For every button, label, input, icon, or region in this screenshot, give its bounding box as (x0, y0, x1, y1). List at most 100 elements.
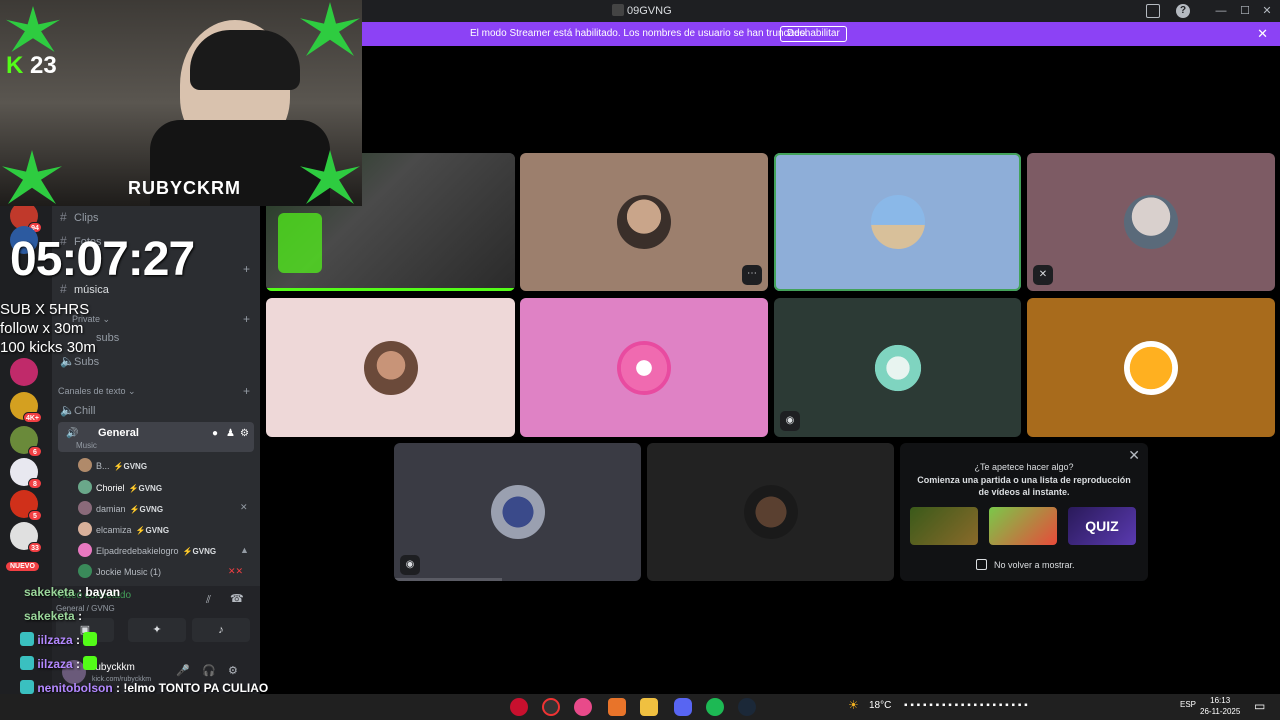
voice-channel-chill[interactable]: 🔈Chill (60, 403, 95, 423)
server-tag: ⚡GVNG (129, 505, 164, 514)
discord-icon[interactable] (674, 698, 692, 716)
voice-user-name: damian (96, 504, 126, 514)
avatar (78, 543, 92, 557)
file-explorer-icon[interactable] (640, 698, 658, 716)
user-tile-6[interactable] (520, 298, 768, 437)
avatar (870, 340, 925, 395)
chat-user: iilzaza (37, 633, 73, 647)
chat-message: : (76, 633, 81, 647)
server-tag-text: GVNG (138, 484, 163, 493)
minimize-icon[interactable]: — (1214, 4, 1228, 18)
voice-user[interactable]: Choriel ⚡GVNG (78, 480, 162, 498)
webcam-overlay: K 23 RUBYCKRM (0, 0, 362, 206)
system-clock[interactable]: 16:13 26-11-2025 (1200, 695, 1240, 717)
avatar (1124, 340, 1178, 395)
user-tile-4[interactable]: ✕ (1027, 153, 1275, 291)
voice-user-name: elcamiza (96, 525, 132, 535)
server-icon[interactable]: 5 (10, 490, 42, 521)
voice-user[interactable]: damian ⚡GVNG (78, 501, 163, 519)
language-indicator[interactable]: ESP (1180, 700, 1196, 709)
close-banner-icon[interactable]: ✕ (1257, 26, 1268, 42)
tray-icons[interactable]: ▪ ▪ ▪ ▪ ▪ ▪ ▪ ▪ ▪ ▪ ▪ ▪ ▪ ▪ ▪ ▪ ▪ ▪ ▪ ▪ (904, 700, 1028, 711)
user-tile-7[interactable]: ◉ (774, 298, 1021, 437)
avatar (1124, 195, 1178, 249)
server-tag: ⚡GVNG (135, 526, 170, 535)
stream-icon: ▲ (240, 545, 249, 555)
mention-badge: 33 (28, 542, 42, 553)
soundboard-button[interactable]: ♪ (192, 618, 250, 642)
game-magic-garden[interactable] (989, 507, 1057, 545)
app-icon[interactable] (542, 698, 560, 716)
opera-icon[interactable] (510, 698, 528, 716)
chat-icon[interactable]: ● (212, 428, 218, 439)
dont-show-checkbox[interactable] (976, 559, 987, 570)
game-quiz-planet[interactable]: QUIZ (1068, 507, 1136, 545)
channel-label: Clips (74, 212, 99, 224)
steam-icon[interactable] (738, 698, 756, 716)
streamer-cap (190, 30, 300, 90)
help-icon[interactable]: ? (1176, 4, 1190, 18)
noise-suppression-icon[interactable]: ⫽ (206, 594, 211, 607)
chat-line: sakeketa : (24, 604, 82, 628)
maximize-icon[interactable]: ☐ (1238, 4, 1252, 18)
close-window-icon[interactable]: ✕ (1260, 4, 1274, 18)
avatar (78, 564, 92, 578)
badge-icon (20, 680, 34, 694)
user-tile-2[interactable]: ⋯ (520, 153, 768, 291)
chat-user: nenitobolson (37, 681, 113, 695)
game-adventure[interactable] (910, 507, 978, 545)
muted-icon: ✕ (240, 502, 248, 512)
user-tile-10[interactable] (647, 443, 894, 581)
user-tile-3-speaking[interactable] (774, 153, 1021, 291)
channel-subs[interactable]: subs (96, 332, 119, 352)
banner-message: El modo Streamer está habilitado. Los no… (470, 28, 808, 39)
category-text-channels[interactable]: Canales de texto ⌄ (58, 386, 136, 397)
app-icon[interactable] (574, 698, 592, 716)
server-tag-text: GVNG (145, 526, 170, 535)
add-channel-icon[interactable]: + (243, 384, 250, 398)
channel-clips[interactable]: # Clips (60, 210, 98, 230)
add-channel-icon[interactable]: + (243, 262, 250, 276)
add-channel-icon[interactable]: + (243, 312, 250, 326)
server-icon[interactable]: 4K+ (10, 392, 42, 423)
user-tile-8[interactable] (1027, 298, 1275, 437)
invite-icon[interactable]: ♟ (226, 428, 235, 439)
weather-temp[interactable]: 18°C (869, 700, 891, 711)
spotify-icon[interactable] (706, 698, 724, 716)
server-icon[interactable] (10, 358, 38, 386)
more-options-icon[interactable]: ⋯ (742, 265, 762, 285)
server-tag: ⚡GVNG (113, 462, 148, 471)
voice-user[interactable]: Elpadredebakielogro ⚡GVNG (78, 543, 216, 561)
chat-line: iilzaza : (20, 652, 98, 676)
server-logo-icon (612, 4, 624, 16)
speaker-icon: 🔈 (60, 403, 75, 417)
server-icon[interactable]: 6 (10, 426, 42, 457)
disconnect-icon[interactable]: ☎ (230, 592, 244, 605)
voice-channel-general[interactable]: 🔊 General Music ● ♟ ⚙ (58, 422, 254, 452)
voice-user-name: Elpadredebakielogro (96, 546, 179, 556)
tile-scrollbar[interactable] (394, 578, 502, 581)
activities-button[interactable]: ✦ (128, 618, 186, 642)
rule-line: SUB X 5HRS (0, 301, 90, 318)
chat-message: : bayan (78, 585, 121, 599)
emote-icon (83, 632, 98, 646)
voice-channel-subs[interactable]: 🔈Subs (60, 354, 99, 374)
user-tile-5[interactable] (266, 298, 515, 437)
user-tile-9[interactable]: ◉ (394, 443, 641, 581)
notifications-icon[interactable]: ▭ (1254, 699, 1265, 713)
disable-streamer-button[interactable]: Deshabilitar (780, 26, 847, 42)
voice-user[interactable]: B... ⚡GVNG (78, 458, 147, 476)
server-icon[interactable]: 8 (10, 458, 42, 489)
server-tag-text: GVNG (139, 505, 164, 514)
avatar (617, 195, 671, 249)
badge-icon (20, 632, 34, 646)
chat-line: sakeketa : bayan (24, 580, 120, 604)
inbox-icon[interactable] (1146, 4, 1160, 18)
voice-user-name: Jockie Music (1) (96, 567, 162, 577)
app-icon[interactable] (608, 698, 626, 716)
voice-user[interactable]: elcamiza ⚡GVNG (78, 522, 169, 540)
server-icon[interactable]: 33 (10, 522, 42, 553)
avatar (743, 485, 798, 539)
streamer-tag: RUBYCKRM (128, 178, 241, 198)
settings-icon[interactable]: ⚙ (240, 428, 249, 439)
